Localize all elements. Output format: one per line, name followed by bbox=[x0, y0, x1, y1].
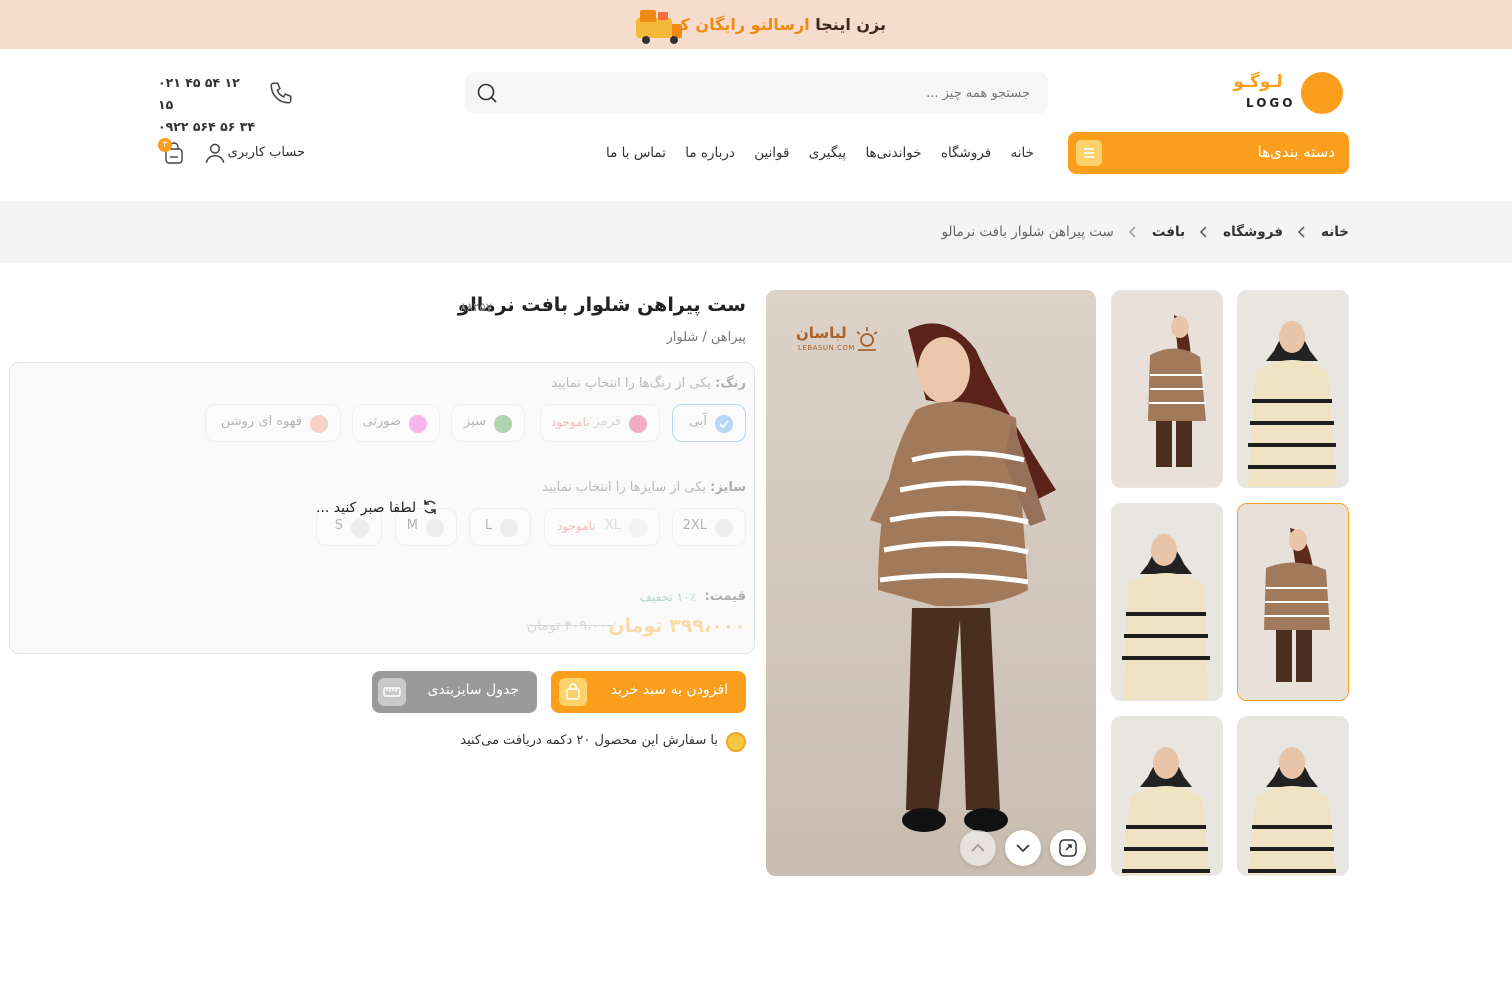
chevron-up-icon bbox=[971, 843, 985, 852]
main-nav: خانه فروشگاه خواندنی‌ها پیگیری قوانین در… bbox=[606, 132, 1034, 174]
chevron-left-icon bbox=[1128, 226, 1136, 238]
model-photo bbox=[1238, 291, 1348, 487]
price-current: ۳۹۹،۰۰۰ تومان bbox=[608, 615, 746, 637]
product-title: ست پیراهن شلوار بافت نرمالو bbox=[457, 294, 746, 316]
categories-label: دسته بندی‌ها bbox=[1257, 143, 1335, 161]
product-code: ۸۸۲۵۷ bbox=[460, 300, 493, 314]
out-of-stock-label: ناموجود bbox=[557, 519, 596, 533]
color-option-pink[interactable]: صورتی bbox=[352, 404, 440, 442]
prev-image-button[interactable] bbox=[960, 830, 996, 866]
expand-icon bbox=[1059, 839, 1077, 857]
product-category[interactable]: پیراهن / شلوار bbox=[666, 330, 746, 345]
size-label: سایز: یکی از سایزها را انتخاب نمایید bbox=[542, 480, 746, 495]
color-option-blue[interactable]: آبی bbox=[672, 404, 746, 442]
out-of-stock-label: ناموجود bbox=[551, 415, 590, 429]
breadcrumb-current: ست پیراهن شلوار بافت نرمالو bbox=[941, 224, 1114, 240]
gallery-thumbnail[interactable] bbox=[1111, 290, 1223, 488]
model-photo bbox=[1112, 504, 1222, 700]
model-photo bbox=[1238, 504, 1348, 700]
main-product-image[interactable]: لباسان LEBASUN.COM bbox=[766, 290, 1096, 876]
chevron-down-icon bbox=[1016, 844, 1030, 853]
logo-text[interactable]: لـوگـو bbox=[1218, 72, 1298, 94]
size-option-2xl[interactable]: 2XL bbox=[672, 508, 746, 546]
gallery-thumbnail[interactable] bbox=[1111, 503, 1223, 701]
add-to-cart-button[interactable]: افزودن به سبد خرید bbox=[551, 671, 746, 713]
brand-url: LEBASUN.COM bbox=[798, 344, 855, 352]
loading-text: لطفا صبر کنید ... bbox=[316, 500, 417, 516]
search-box[interactable] bbox=[465, 72, 1048, 114]
menu-icon bbox=[1076, 140, 1102, 166]
ruler-icon bbox=[378, 678, 406, 706]
refresh-icon bbox=[423, 500, 436, 514]
promo-bar[interactable]: بزن اینجا ارسالتو رایگان کن bbox=[0, 0, 1512, 49]
gallery-thumbnail-active[interactable] bbox=[1237, 503, 1349, 701]
model-photo bbox=[766, 290, 1096, 876]
model-photo bbox=[1238, 717, 1348, 875]
account-link[interactable]: حساب کاربری bbox=[200, 140, 310, 168]
promo-text: بزن اینجا ارسالتو رایگان کن bbox=[666, 15, 886, 34]
breadcrumb-shop[interactable]: فروشگاه bbox=[1223, 224, 1283, 240]
logo-mark[interactable] bbox=[1301, 72, 1343, 114]
phone-number-1[interactable]: ۰۲۱ ۴۵ ۵۴ ۱۲ ۱۵ bbox=[158, 72, 256, 116]
nav-tracking[interactable]: پیگیری bbox=[809, 145, 846, 161]
brand-logo-icon bbox=[856, 327, 878, 351]
size-chart-button[interactable]: جدول سایزبندی bbox=[372, 671, 537, 713]
coin-icon bbox=[726, 732, 746, 752]
logo-subtext: LOGO bbox=[1246, 96, 1296, 110]
color-option-green[interactable]: سبز bbox=[451, 404, 525, 442]
breadcrumb-home[interactable]: خانه bbox=[1321, 224, 1349, 240]
search-input[interactable] bbox=[508, 72, 1048, 114]
size-option-l[interactable]: L bbox=[469, 508, 531, 546]
nav-home[interactable]: خانه bbox=[1011, 145, 1034, 161]
gallery-thumbnail[interactable] bbox=[1237, 290, 1349, 488]
nav-blog[interactable]: خواندنی‌ها bbox=[865, 145, 921, 161]
phone-icon bbox=[270, 82, 292, 104]
check-icon bbox=[715, 415, 733, 433]
color-label: رنگ: یکی از رنگ‌ها را انتخاب نمایید bbox=[551, 376, 746, 391]
promo-prefix: بزن اینجا bbox=[815, 15, 886, 34]
user-icon bbox=[205, 143, 225, 163]
breadcrumb: خانه فروشگاه بافت ست پیراهن شلوار بافت ن… bbox=[941, 201, 1349, 263]
chevron-left-icon bbox=[1200, 226, 1207, 238]
search-icon[interactable] bbox=[475, 81, 499, 105]
fullscreen-button[interactable] bbox=[1050, 830, 1086, 866]
categories-button[interactable]: دسته بندی‌ها bbox=[1068, 132, 1349, 174]
size-option-xl[interactable]: XL ناموجود bbox=[544, 508, 660, 546]
cart-button[interactable]: ۳ bbox=[158, 138, 188, 168]
next-image-button[interactable] bbox=[1005, 830, 1041, 866]
phone-number-2[interactable]: ۰۹۲۲ ۵۶۴ ۵۶ ۳۴ bbox=[158, 116, 256, 138]
reward-text: با سفارش این محصول ۲۰ دکمه دریافت می‌کنی… bbox=[460, 733, 718, 748]
model-photo bbox=[1112, 717, 1222, 875]
price-label: قیمت: bbox=[704, 589, 747, 604]
reward-notice: با سفارش این محصول ۲۰ دکمه دریافت می‌کنی… bbox=[460, 731, 748, 753]
gallery-thumbnail[interactable] bbox=[1237, 716, 1349, 876]
cart-count-badge: ۳ bbox=[158, 138, 172, 152]
promo-accent: ارسالتو رایگان کن bbox=[666, 15, 810, 34]
nav-contact[interactable]: تماس با ما bbox=[606, 145, 666, 161]
color-option-red[interactable]: قرمز ناموجود bbox=[540, 404, 660, 442]
nav-about[interactable]: درباره ما bbox=[685, 145, 735, 161]
discount-label: ۱۰٪ تخفیف bbox=[639, 590, 696, 604]
model-photo bbox=[1112, 291, 1222, 487]
chevron-left-icon bbox=[1297, 226, 1305, 238]
add-to-cart-label: افزودن به سبد خرید bbox=[610, 682, 728, 698]
size-chart-label: جدول سایزبندی bbox=[427, 682, 519, 698]
brand-watermark: لباسان bbox=[796, 324, 847, 342]
phone-numbers: ۰۲۱ ۴۵ ۵۴ ۱۲ ۱۵ ۰۹۲۲ ۵۶۴ ۵۶ ۳۴ bbox=[158, 72, 256, 134]
breadcrumb-bar: خانه فروشگاه بافت ست پیراهن شلوار بافت ن… bbox=[0, 201, 1512, 263]
color-option-light-brown[interactable]: قهوه ای روشن bbox=[205, 404, 341, 442]
loading-indicator: لطفا صبر کنید ... bbox=[316, 498, 439, 516]
nav-rules[interactable]: قوانین bbox=[754, 145, 789, 161]
nav-shop[interactable]: فروشگاه bbox=[941, 145, 991, 161]
price-original: ۴۰۹،۰۰۰ تومان bbox=[526, 618, 614, 634]
breadcrumb-category[interactable]: بافت bbox=[1152, 224, 1185, 240]
bag-icon bbox=[559, 678, 587, 706]
gallery-thumbnail[interactable] bbox=[1111, 716, 1223, 876]
account-label: حساب کاربری bbox=[227, 145, 305, 160]
delivery-truck-icon bbox=[636, 10, 682, 44]
